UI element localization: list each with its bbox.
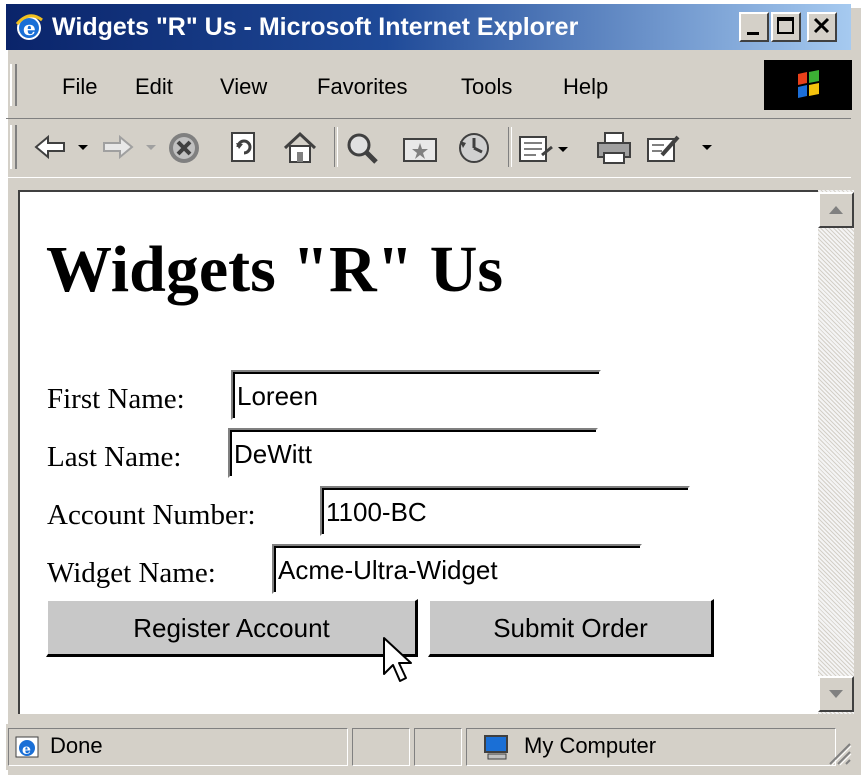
page-content: Widgets "R" Us First Name: Last Name: Ac… (18, 190, 818, 714)
arrow-down-icon (829, 690, 843, 698)
widget-name-input[interactable] (274, 546, 640, 592)
zone-text: My Computer (524, 733, 657, 758)
menu-grip[interactable] (10, 64, 17, 106)
minimize-button[interactable] (739, 12, 769, 42)
menu-favorites[interactable]: Favorites (317, 74, 407, 100)
first-name-row: First Name: (47, 370, 647, 420)
first-name-input[interactable] (233, 372, 599, 418)
widget-name-label: Widget Name: (47, 557, 216, 589)
edit-dropdown-icon[interactable] (696, 131, 718, 170)
account-number-label: Account Number: (47, 499, 256, 531)
register-account-button[interactable]: Register Account (46, 599, 418, 657)
widget-name-row: Widget Name: (47, 544, 707, 594)
vertical-scrollbar[interactable] (818, 190, 854, 714)
maximize-icon (777, 17, 794, 34)
mail-icon[interactable] (518, 131, 570, 170)
my-computer-icon (482, 734, 512, 767)
menu-bar: File Edit View Favorites Tools Help (6, 54, 852, 114)
minimize-icon (747, 32, 759, 35)
back-icon[interactable] (32, 131, 92, 168)
title-bar[interactable]: e Widgets "R" Us - Microsoft Internet Ex… (6, 4, 851, 50)
widget-name-field[interactable] (272, 544, 642, 594)
menu-tools[interactable]: Tools (461, 74, 512, 100)
favorites-icon[interactable] (402, 131, 438, 170)
forward-icon[interactable] (100, 131, 160, 168)
history-icon[interactable] (456, 131, 492, 170)
home-icon[interactable] (282, 131, 318, 170)
close-button[interactable] (807, 12, 837, 42)
menu-view[interactable]: View (220, 74, 267, 100)
last-name-label: Last Name: (47, 441, 182, 473)
status-panel-secure (414, 728, 462, 766)
menu-help[interactable]: Help (563, 74, 608, 100)
search-icon[interactable] (344, 131, 380, 170)
menu-edit[interactable]: Edit (135, 74, 173, 100)
scroll-up-button[interactable] (818, 192, 854, 228)
ie-logo-icon: e (14, 12, 44, 42)
page-title: Widgets "R" Us (46, 233, 504, 306)
mouse-cursor-icon (382, 636, 414, 689)
windows-logo-icon (764, 60, 852, 110)
menu-file[interactable]: File (62, 74, 97, 100)
last-name-field[interactable] (228, 428, 598, 478)
toolbar-separator (508, 127, 512, 167)
scroll-down-button[interactable] (818, 676, 854, 712)
window-title: Widgets "R" Us - Microsoft Internet Expl… (52, 13, 579, 41)
status-panel-progress (352, 728, 410, 766)
page-done-icon: e (14, 735, 42, 766)
account-number-field[interactable] (320, 486, 690, 536)
last-name-input[interactable] (230, 430, 596, 476)
edit-icon[interactable] (646, 131, 682, 170)
account-number-input[interactable] (322, 488, 688, 534)
stop-icon[interactable] (166, 131, 202, 170)
submit-order-button[interactable]: Submit Order (428, 599, 714, 657)
toolbar-separator (334, 127, 338, 167)
print-icon[interactable] (596, 131, 632, 170)
maximize-button[interactable] (771, 12, 801, 42)
status-text: Done (50, 733, 103, 758)
first-name-field[interactable] (231, 370, 601, 420)
standard-toolbar (6, 118, 851, 178)
resize-grip-icon[interactable] (824, 738, 852, 771)
arrow-up-icon (829, 206, 843, 214)
toolbar-grip[interactable] (10, 125, 17, 169)
last-name-row: Last Name: (47, 428, 647, 478)
svg-text:e: e (22, 742, 31, 758)
svg-text:e: e (23, 16, 36, 40)
close-icon (813, 17, 830, 34)
first-name-label: First Name: (47, 383, 185, 415)
refresh-icon[interactable] (228, 131, 260, 170)
account-number-row: Account Number: (47, 486, 747, 536)
status-bar: e Done My Computer (6, 724, 855, 770)
